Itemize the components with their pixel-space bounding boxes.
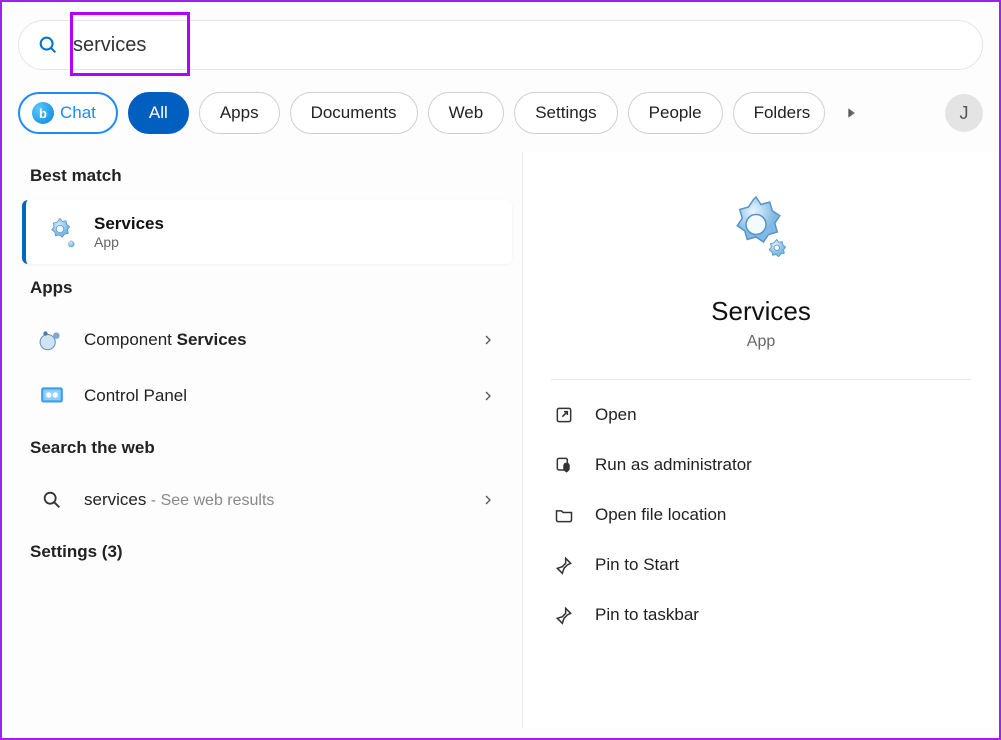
result-component-services[interactable]: Component Services xyxy=(22,312,512,368)
divider xyxy=(551,379,971,380)
services-gear-icon xyxy=(42,214,78,250)
action-open[interactable]: Open xyxy=(551,390,971,440)
detail-actions: Open Run as administrator Open file loca… xyxy=(551,390,971,640)
best-match-subtitle: App xyxy=(94,234,164,250)
pin-icon xyxy=(553,554,575,576)
search-input[interactable] xyxy=(73,34,964,57)
chat-pill[interactable]: b Chat xyxy=(18,92,118,134)
search-icon xyxy=(37,34,59,56)
chevron-right-icon xyxy=(480,388,496,404)
filter-settings[interactable]: Settings xyxy=(514,92,617,134)
chevron-right-icon xyxy=(480,492,496,508)
pin-icon xyxy=(553,604,575,626)
result-label: Control Panel xyxy=(84,386,462,406)
best-match-title: Services xyxy=(94,214,164,234)
settings-heading: Settings (3) xyxy=(30,542,504,562)
action-open-location[interactable]: Open file location xyxy=(551,490,971,540)
filter-people[interactable]: People xyxy=(628,92,723,134)
folder-icon xyxy=(553,504,575,526)
chevron-right-icon xyxy=(480,332,496,348)
apps-heading: Apps xyxy=(30,278,504,298)
component-services-icon xyxy=(38,326,66,354)
control-panel-icon xyxy=(38,382,66,410)
results-panel: Best match Services App Apps xyxy=(2,152,522,728)
search-icon xyxy=(38,486,66,514)
result-label: services - See web results xyxy=(84,490,462,510)
services-gear-icon-large xyxy=(721,192,801,272)
result-control-panel[interactable]: Control Panel xyxy=(22,368,512,424)
detail-subtitle: App xyxy=(747,333,775,351)
chat-label: Chat xyxy=(60,103,96,123)
action-pin-start[interactable]: Pin to Start xyxy=(551,540,971,590)
result-label: Component Services xyxy=(84,330,462,350)
more-filters-icon[interactable] xyxy=(835,97,867,129)
search-bar xyxy=(18,20,983,70)
result-web-search[interactable]: services - See web results xyxy=(22,472,512,528)
filter-folders[interactable]: Folders xyxy=(733,92,826,134)
action-pin-taskbar[interactable]: Pin to taskbar xyxy=(551,590,971,640)
shield-icon xyxy=(553,454,575,476)
filter-all[interactable]: All xyxy=(128,92,189,134)
open-icon xyxy=(553,404,575,426)
filter-apps[interactable]: Apps xyxy=(199,92,280,134)
user-avatar[interactable]: J xyxy=(945,94,983,132)
best-match-result[interactable]: Services App xyxy=(22,200,512,264)
search-web-heading: Search the web xyxy=(30,438,504,458)
best-match-heading: Best match xyxy=(30,166,504,186)
filter-web[interactable]: Web xyxy=(428,92,505,134)
filter-tabs: b Chat All Apps Documents Web Settings P… xyxy=(2,70,999,152)
detail-title: Services xyxy=(711,296,811,327)
filter-documents[interactable]: Documents xyxy=(290,92,418,134)
bing-chat-icon: b xyxy=(32,102,54,124)
action-run-admin[interactable]: Run as administrator xyxy=(551,440,971,490)
detail-panel: Services App Open Run as administrator xyxy=(522,152,999,728)
